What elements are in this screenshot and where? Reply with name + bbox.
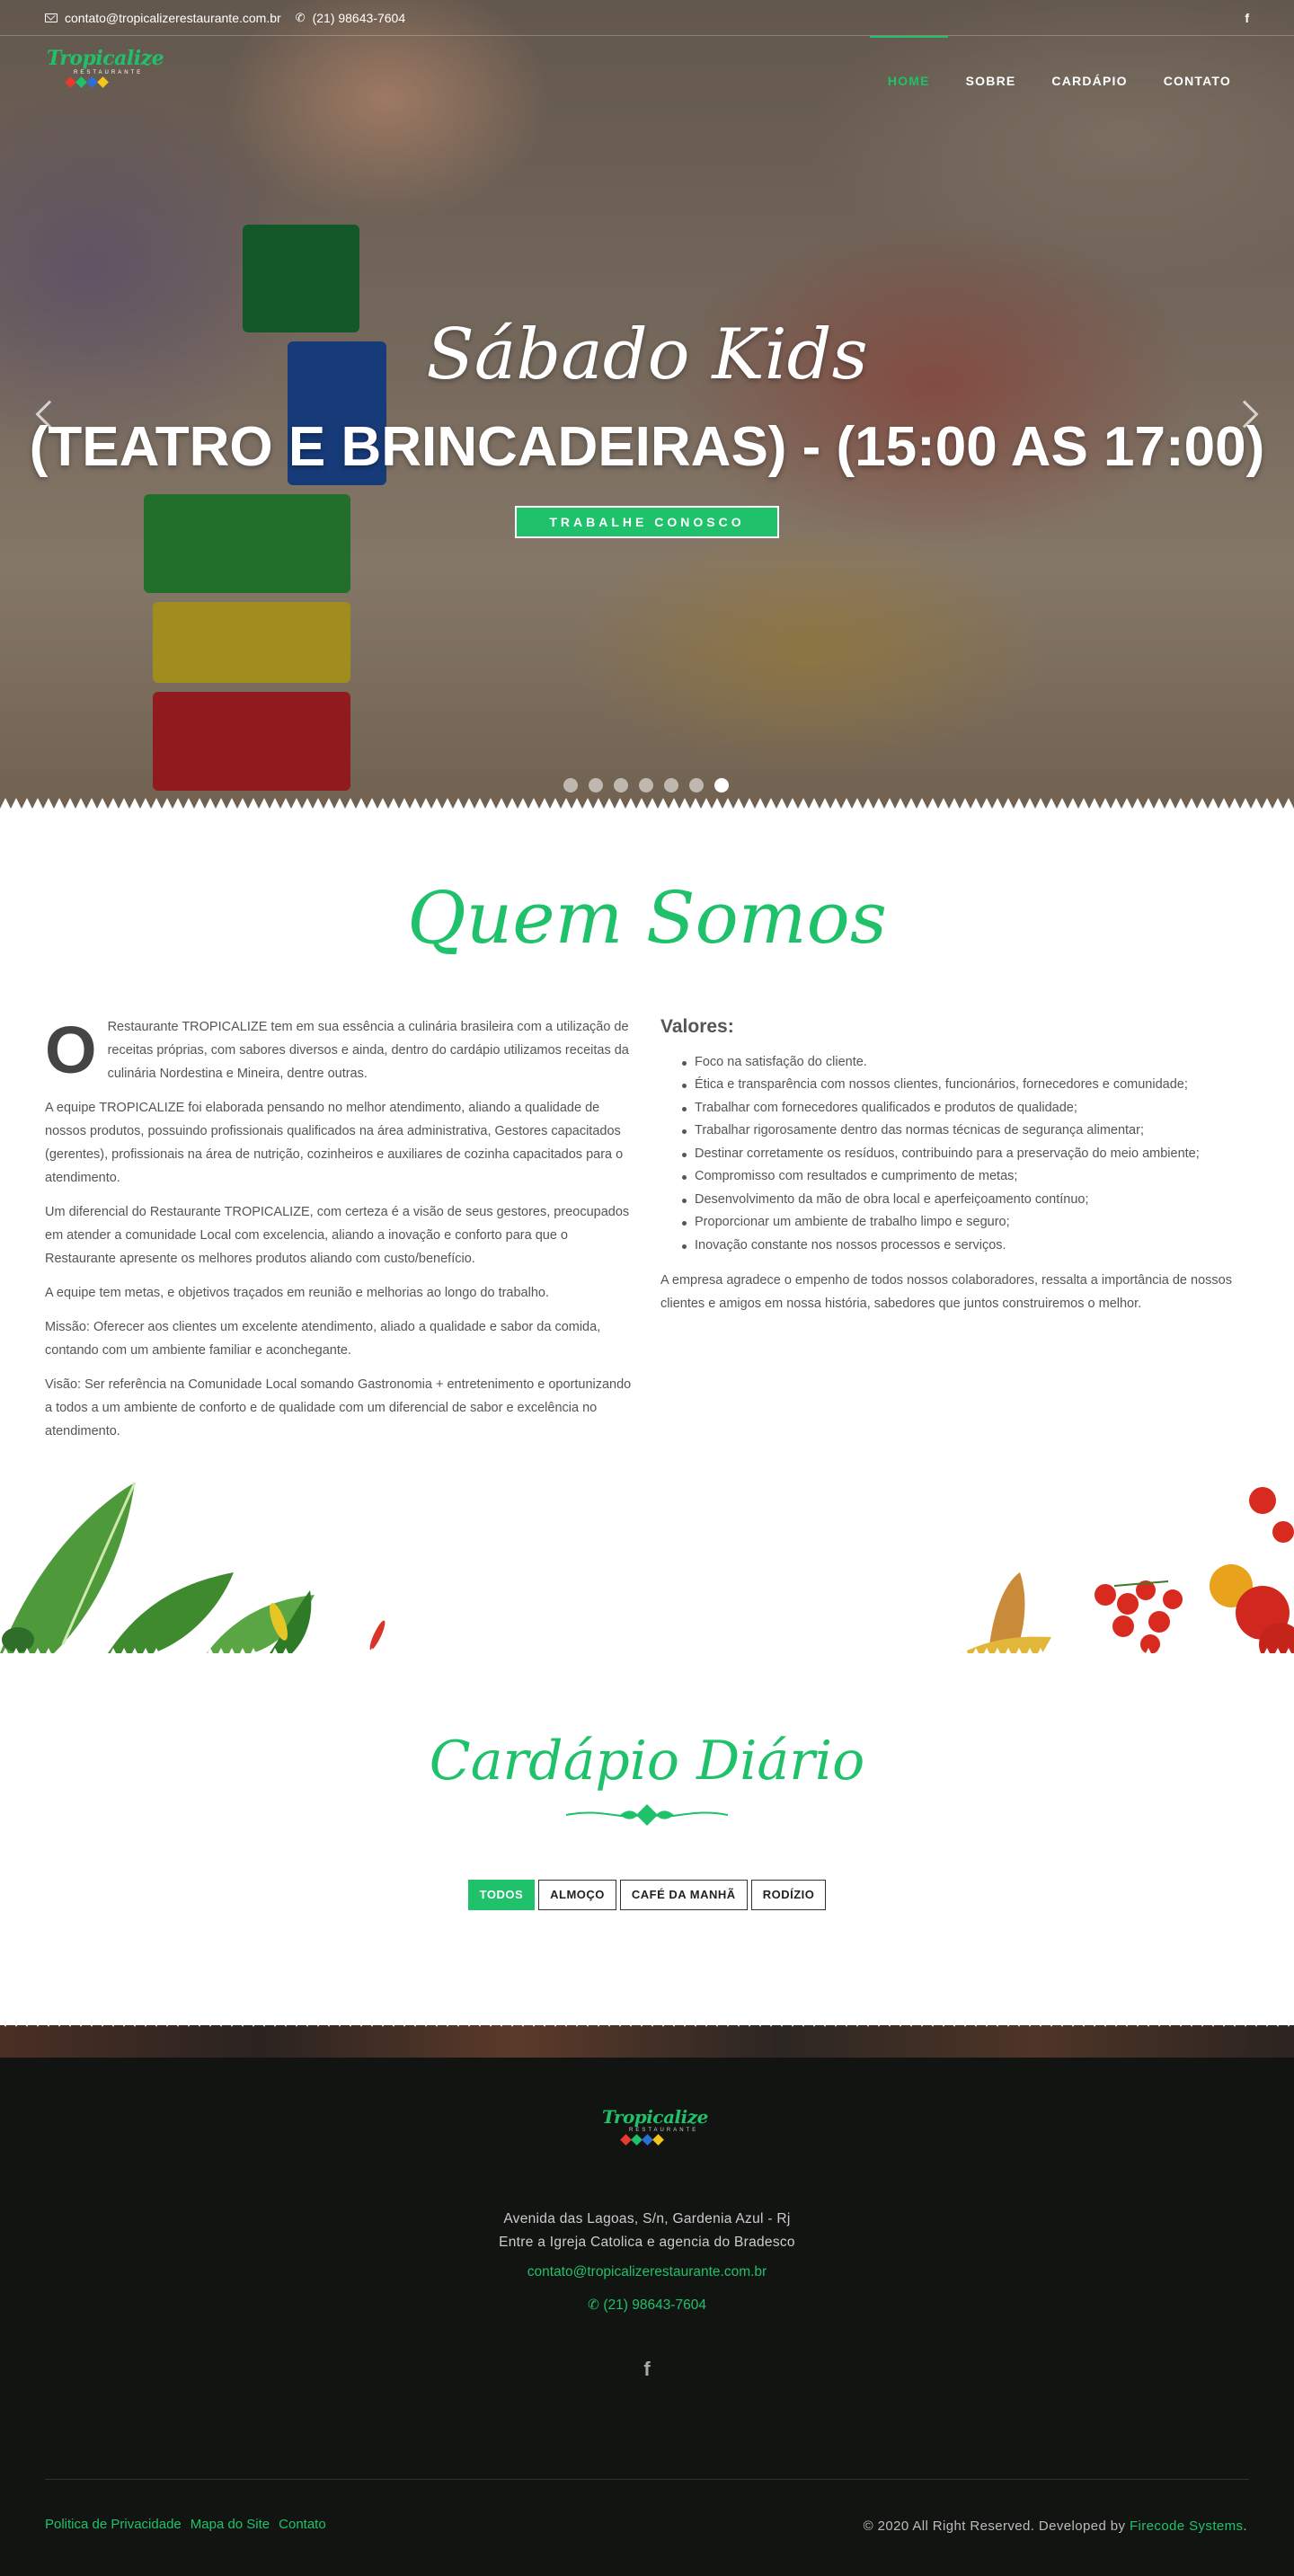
zigzag-divider: [0, 2016, 1294, 2027]
footer: Tropicalize RESTAURANTE Avenida das Lago…: [0, 2016, 1294, 2576]
nav-contato[interactable]: CONTATO: [1146, 36, 1249, 126]
filter-cafe-da-manha[interactable]: CAFÉ DA MANHÃ: [619, 1880, 748, 1910]
footer-address: Avenida das Lagoas, S/n, Gardenia Azul -…: [499, 2211, 795, 2250]
value-item: Desenvolvimento da mão de obra local e a…: [682, 1189, 1254, 1212]
copyright: © 2020 All Right Reserved. Developed by …: [863, 2518, 1247, 2534]
about-paragraph: Missão: Oferecer aos clientes um excelen…: [45, 1320, 601, 1358]
footer-email-link[interactable]: contato@tropicalizerestaurante.com.br: [0, 2264, 1294, 2280]
value-item: Proporcionar um ambiente de trabalho lim…: [682, 1211, 1254, 1235]
about-title: Quem Somos: [407, 876, 887, 960]
value-item: Ética e transparência com nossos cliente…: [682, 1074, 1254, 1097]
link-contact[interactable]: Contato: [279, 2517, 326, 2532]
facebook-icon[interactable]: f: [1245, 11, 1249, 25]
slider-dot[interactable]: [589, 778, 603, 792]
phone-icon: ✆: [295, 10, 306, 24]
filter-almoco[interactable]: ALMOÇO: [538, 1880, 616, 1910]
main-nav: HOME SOBRE CARDÁPIO CONTATO: [869, 36, 1249, 126]
footer-links: Politica de Privacidade Mapa do Site Con…: [45, 2517, 326, 2532]
values-closing: A empresa agradece o empenho de todos no…: [660, 1273, 1232, 1311]
footer-phone-link[interactable]: ✆ (21) 98643-7604: [0, 2297, 1294, 2314]
whatsapp-icon: ✆: [588, 2297, 600, 2313]
filter-rodizio[interactable]: RODÍZIO: [750, 1880, 827, 1910]
slider-dot[interactable]: [664, 778, 678, 792]
hero-title: (TEATRO E BRINCADEIRAS) - (15:00 AS 17:0…: [29, 416, 1265, 478]
site-logo[interactable]: Tropicalize RESTAURANTE: [47, 47, 164, 102]
top-contact-bar: contato@tropicalizerestaurante.com.br ✆ …: [0, 0, 1294, 36]
slider-pagination: [563, 778, 729, 792]
zigzag-divider: [0, 798, 1294, 809]
about-paragraph: Um diferencial do Restaurante TROPICALIZ…: [45, 1205, 630, 1266]
slider-dot[interactable]: [639, 778, 653, 792]
value-item: Foco na satisfação do cliente.: [682, 1051, 1254, 1075]
slider-dot[interactable]: [689, 778, 704, 792]
envelope-icon: [45, 13, 58, 22]
menu-title: Cardápio Diário: [429, 1730, 865, 1793]
value-item: Trabalhar com fornecedores qualificados …: [682, 1097, 1254, 1120]
nav-cardapio[interactable]: CARDÁPIO: [1033, 36, 1145, 126]
nav-home[interactable]: HOME: [869, 36, 948, 126]
about-text: O Restaurante TROPICALIZE tem em sua essê…: [45, 1015, 634, 1454]
slider-dot-active[interactable]: [714, 778, 729, 792]
values-list: Foco na satisfação do cliente. Ética e t…: [682, 1051, 1254, 1258]
footer-logo[interactable]: Tropicalize RESTAURANTE: [602, 2106, 708, 2160]
footer-facebook-icon[interactable]: f: [0, 2358, 1294, 2381]
about-paragraph: A equipe TROPICALIZE foi elaborada pensa…: [45, 1101, 624, 1185]
vegetables-decor-image: [0, 1482, 1294, 1653]
about-paragraph: A equipe tem metas, e objetivos traçados…: [45, 1286, 550, 1300]
dropcap: O: [45, 1013, 97, 1087]
link-sitemap[interactable]: Mapa do Site: [191, 2517, 270, 2532]
link-privacy[interactable]: Politica de Privacidade: [45, 2517, 182, 2532]
value-item: Trabalhar rigorosamente dentro das norma…: [682, 1120, 1254, 1143]
value-item: Compromisso com resultados e cumprimento…: [682, 1165, 1254, 1189]
slider-dot[interactable]: [614, 778, 628, 792]
values-block: Valores: Foco na satisfação do cliente. …: [660, 1015, 1254, 1315]
menu-filters: TODOS ALMOÇO CAFÉ DA MANHÃ RODÍZIO: [0, 1880, 1294, 1910]
hero-script-title: Sábado Kids: [426, 314, 868, 395]
filter-todos[interactable]: TODOS: [467, 1880, 536, 1910]
topbar-email[interactable]: contato@tropicalizerestaurante.com.br: [45, 11, 281, 25]
values-title: Valores:: [660, 1016, 734, 1037]
developer-link[interactable]: Firecode Systems: [1130, 2518, 1243, 2534]
hero-slider: contato@tropicalizerestaurante.com.br ✆ …: [0, 0, 1294, 809]
hero-cta-button[interactable]: TRABALHE CONOSCO: [515, 506, 779, 538]
ornament-divider-icon: [566, 1804, 728, 1826]
topbar-phone[interactable]: ✆ (21) 98643-7604: [296, 11, 405, 25]
slider-dot[interactable]: [563, 778, 578, 792]
zigzag-divider: [0, 1648, 1294, 1659]
nav-sobre[interactable]: SOBRE: [948, 36, 1034, 126]
value-item: Destinar corretamente os resíduos, contr…: [682, 1143, 1254, 1166]
about-paragraph: Visão: Ser referência na Comunidade Loca…: [45, 1377, 632, 1438]
value-item: Inovação constante nos nossos processos …: [682, 1235, 1254, 1258]
